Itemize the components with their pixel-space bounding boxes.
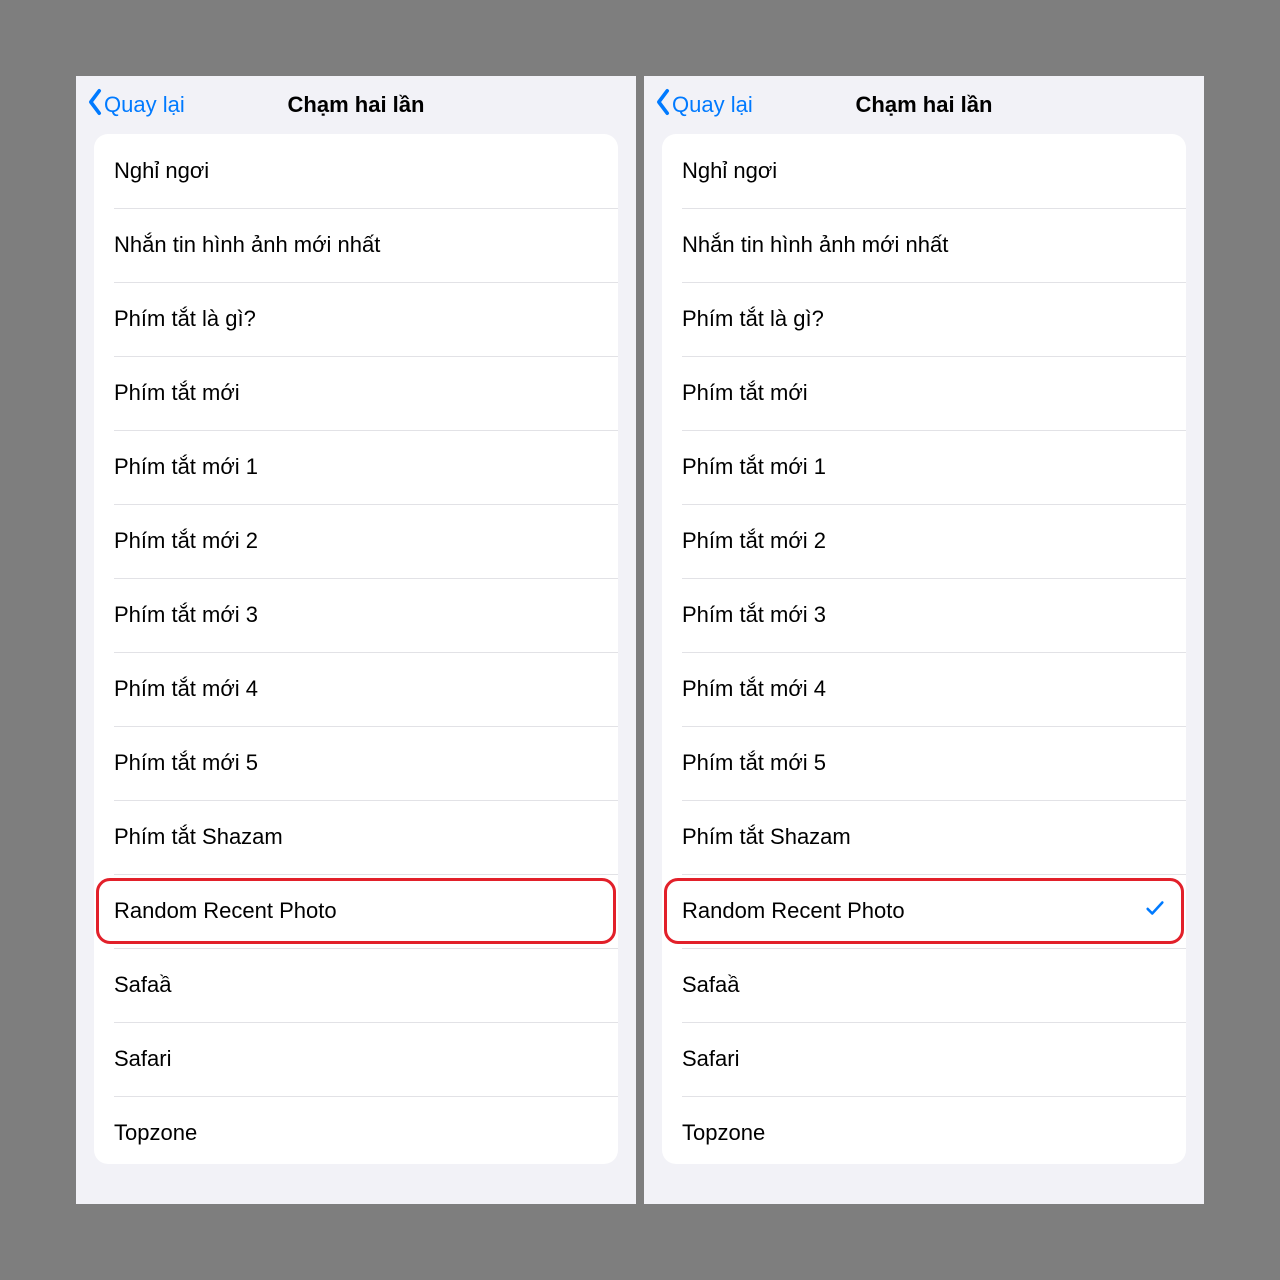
list-item-label: Safaầ (114, 972, 598, 998)
list-item[interactable]: Phím tắt mới 5 (94, 726, 618, 800)
list-item[interactable]: Nghỉ ngơi (94, 134, 618, 208)
list-item-label: Random Recent Photo (682, 898, 1144, 924)
list-item[interactable]: Phím tắt Shazam (662, 800, 1186, 874)
list-item-label: Phím tắt mới 2 (682, 528, 1166, 554)
list-item[interactable]: Phím tắt là gì? (662, 282, 1186, 356)
list-item-label: Phím tắt mới 2 (114, 528, 598, 554)
list-item-label: Phím tắt mới 3 (114, 602, 598, 628)
list-item-label: Safari (114, 1046, 598, 1072)
list-item[interactable]: Phím tắt Shazam (94, 800, 618, 874)
list-item[interactable]: Phím tắt mới 1 (94, 430, 618, 504)
chevron-left-icon (86, 88, 104, 122)
side-by-side-screens: Quay lại Chạm hai lần Nghỉ ngơi Nhắn tin … (76, 76, 1204, 1204)
list-item-label: Phím tắt Shazam (682, 824, 1166, 850)
list-item-label: Phím tắt mới 5 (682, 750, 1166, 776)
list-item-label: Phím tắt mới 1 (114, 454, 598, 480)
list-item-label: Phím tắt mới 4 (682, 676, 1166, 702)
back-label: Quay lại (104, 92, 185, 118)
list-item[interactable]: Nhắn tin hình ảnh mới nhất (94, 208, 618, 282)
list-item-label: Phím tắt mới 5 (114, 750, 598, 776)
list-item[interactable]: Safari (662, 1022, 1186, 1096)
list-item-label: Phím tắt mới 3 (682, 602, 1166, 628)
list-item-label: Phím tắt mới 1 (682, 454, 1166, 480)
back-label: Quay lại (672, 92, 753, 118)
list-item-label: Topzone (682, 1120, 1166, 1146)
list-item-label: Phím tắt mới 4 (114, 676, 598, 702)
list-item[interactable]: Safaầ (94, 948, 618, 1022)
list-item[interactable]: Phím tắt mới 5 (662, 726, 1186, 800)
screen-right: Quay lại Chạm hai lần Nghỉ ngơi Nhắn tin … (644, 76, 1204, 1204)
list-item[interactable]: Phím tắt mới (94, 356, 618, 430)
list-item[interactable]: Nhắn tin hình ảnh mới nhất (662, 208, 1186, 282)
list-item[interactable]: Phím tắt là gì? (94, 282, 618, 356)
back-button[interactable]: Quay lại (652, 84, 755, 126)
back-button[interactable]: Quay lại (84, 84, 187, 126)
list-item-label: Safari (682, 1046, 1166, 1072)
list-item-label: Phím tắt là gì? (682, 306, 1166, 332)
list-item-label: Nghỉ ngơi (682, 158, 1166, 184)
list-item-label: Safaầ (682, 972, 1166, 998)
navbar: Quay lại Chạm hai lần (76, 76, 636, 134)
option-list-right: Nghỉ ngơi Nhắn tin hình ảnh mới nhất Phím … (662, 134, 1186, 1164)
list-item-label: Nhắn tin hình ảnh mới nhất (114, 232, 598, 258)
list-item-label: Topzone (114, 1120, 598, 1146)
list-item-label: Phím tắt Shazam (114, 824, 598, 850)
list-item[interactable]: Phím tắt mới 3 (94, 578, 618, 652)
list-item[interactable]: Safaầ (662, 948, 1186, 1022)
checkmark-icon (1144, 897, 1166, 925)
list-item-label: Nhắn tin hình ảnh mới nhất (682, 232, 1166, 258)
list-item[interactable]: Topzone (94, 1096, 618, 1164)
list-item[interactable]: Phím tắt mới 1 (662, 430, 1186, 504)
list-item-label: Random Recent Photo (114, 898, 598, 924)
list-item[interactable]: Phím tắt mới 4 (662, 652, 1186, 726)
list-item[interactable]: Phím tắt mới 3 (662, 578, 1186, 652)
list-item[interactable]: Phím tắt mới 2 (662, 504, 1186, 578)
list-item[interactable]: Topzone (662, 1096, 1186, 1164)
chevron-left-icon (654, 88, 672, 122)
list-item-label: Phím tắt là gì? (114, 306, 598, 332)
list-item-label: Nghỉ ngơi (114, 158, 598, 184)
list-item-label: Phím tắt mới (682, 380, 1166, 406)
option-list-left: Nghỉ ngơi Nhắn tin hình ảnh mới nhất Phím … (94, 134, 618, 1164)
list-item[interactable]: Safari (94, 1022, 618, 1096)
list-item[interactable]: Random Recent Photo (94, 874, 618, 948)
list-item[interactable]: Random Recent Photo (662, 874, 1186, 948)
list-item[interactable]: Nghỉ ngơi (662, 134, 1186, 208)
list-item[interactable]: Phím tắt mới 2 (94, 504, 618, 578)
list-item[interactable]: Phím tắt mới (662, 356, 1186, 430)
list-item[interactable]: Phím tắt mới 4 (94, 652, 618, 726)
navbar: Quay lại Chạm hai lần (644, 76, 1204, 134)
screen-left: Quay lại Chạm hai lần Nghỉ ngơi Nhắn tin … (76, 76, 636, 1204)
list-item-label: Phím tắt mới (114, 380, 598, 406)
